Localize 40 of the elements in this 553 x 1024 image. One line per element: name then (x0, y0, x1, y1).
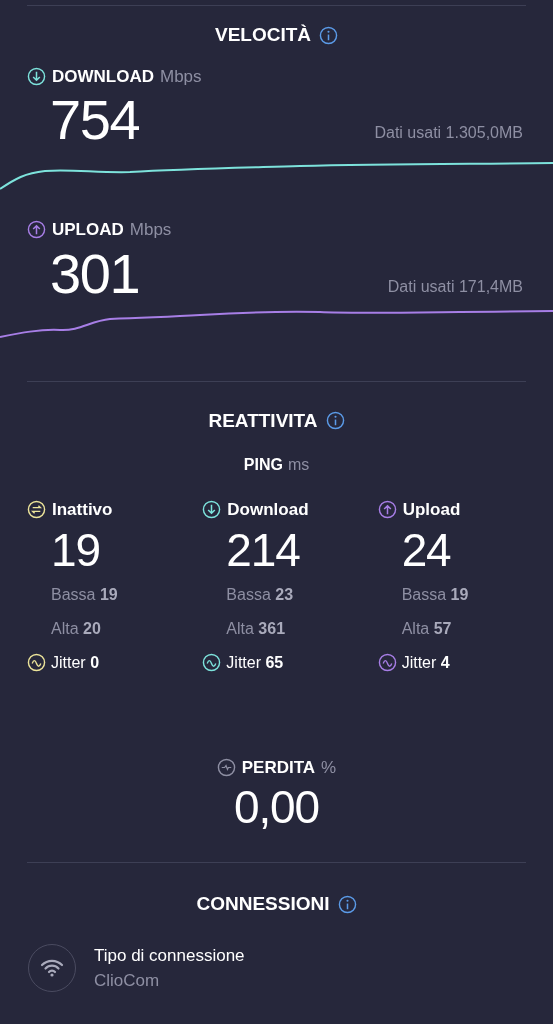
high-value: Alta 57 (400, 618, 453, 639)
info-icon[interactable] (319, 25, 339, 45)
speed-value: 754 (50, 89, 140, 151)
data-used: Dati usati 1.305,0MB (374, 123, 523, 143)
low-value: Bassa 23 (225, 584, 295, 605)
unit-label: Mbps (160, 65, 202, 88)
metric-label: DOWNLOAD (52, 65, 154, 88)
speed-value: 301 (50, 242, 140, 305)
unit-label: % (321, 756, 337, 779)
ping-value: 214 (225, 522, 301, 577)
ping-value: 24 (400, 522, 452, 577)
packet-loss-icon (216, 757, 236, 777)
jitter-value: Jitter 65 (226, 652, 284, 673)
low-value: Bassa 19 (400, 584, 470, 605)
data-used: Dati usati 171,4MB (387, 276, 523, 297)
provider-name: ClioCom (94, 970, 161, 992)
jitter-icon (202, 653, 222, 672)
ping-value: 19 (50, 522, 101, 577)
info-icon[interactable] (337, 894, 357, 914)
low-value: Bassa 19 (50, 584, 119, 605)
loss-label: PERDITA (241, 756, 316, 779)
jitter-icon (27, 653, 46, 672)
section-title: REATTIVITA (208, 408, 318, 433)
ping-column-label: Inattivo (52, 499, 113, 521)
high-value: Alta 361 (225, 618, 287, 639)
jitter-value: Jitter 0 (51, 652, 100, 673)
unit-label: ms (287, 455, 310, 475)
info-icon[interactable] (325, 411, 345, 431)
loss-value: 0,00 (234, 780, 319, 834)
jitter-value: Jitter 4 (401, 652, 450, 673)
ping-column-label: Download (227, 499, 309, 521)
ping-label: PING (243, 455, 283, 475)
jitter-icon (377, 653, 397, 672)
high-value: Alta 20 (50, 618, 102, 639)
section-title: CONNESSIONI (196, 892, 330, 916)
unit-label: Mbps (129, 219, 172, 241)
ping-column-label: Upload (402, 499, 461, 521)
connection-type-label: Tipo di connessione (94, 944, 245, 967)
section-title: VELOCITÀ (214, 23, 312, 47)
metric-label: UPLOAD (52, 219, 124, 241)
